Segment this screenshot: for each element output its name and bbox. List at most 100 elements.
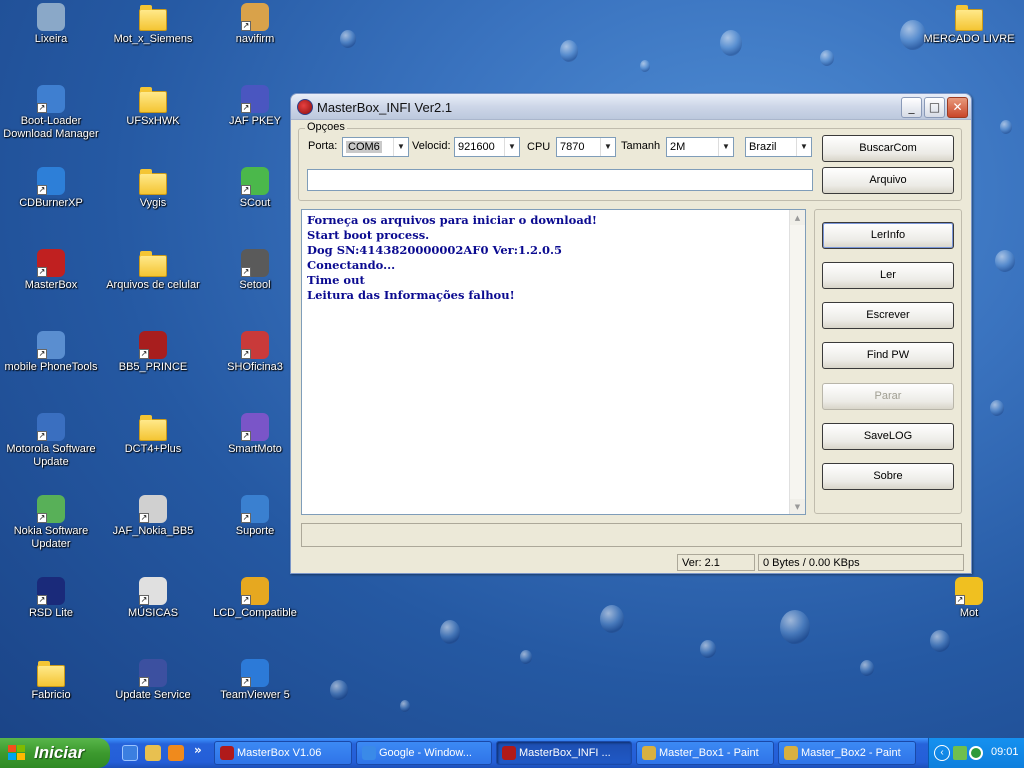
desktop-icon[interactable]: Lixeira	[0, 3, 102, 46]
close-button[interactable]: ✕	[947, 97, 968, 118]
minimize-button[interactable]: _	[901, 97, 922, 118]
tray-expand-icon[interactable]: ‹	[934, 745, 950, 761]
shortcut-arrow-icon: ↗	[139, 677, 149, 687]
desktop-icon[interactable]: ↗ MÚSICAS	[102, 577, 204, 620]
folder-icon	[139, 169, 167, 195]
tamanho-select[interactable]: 2M ▼	[666, 137, 734, 157]
cpu-value: 7870	[560, 141, 585, 153]
log-line: Time out	[307, 273, 365, 287]
maximize-button[interactable]: □	[924, 97, 945, 118]
desktop-icon[interactable]: ↗ BB5_PRINCE	[102, 331, 204, 374]
arquivo-button[interactable]: Arquivo	[822, 167, 954, 194]
desktop-icon[interactable]: MERCADO LIVRE	[918, 3, 1020, 46]
buscarcom-button[interactable]: BuscarCom	[822, 135, 954, 162]
taskbar-button-label: MasterBox V1.06	[237, 747, 322, 759]
sobre-button[interactable]: Sobre	[822, 463, 954, 490]
update-service-icon: ↗	[139, 659, 167, 687]
find-pw-button[interactable]: Find PW	[822, 342, 954, 369]
rsd-lite-icon: ↗	[37, 577, 65, 605]
desktop-icon-label: LCD_Compatible	[213, 607, 297, 619]
clock[interactable]: 09:01	[991, 746, 1019, 758]
porta-label: Porta:	[308, 140, 338, 152]
scroll-up-icon[interactable]: ▲	[790, 210, 805, 225]
desktop-icon[interactable]: ↗ Boot-Loader Download Manager	[0, 85, 102, 141]
escrever-button[interactable]: Escrever	[822, 302, 954, 329]
region-select[interactable]: Brazil ▼	[745, 137, 812, 157]
desktop-icon[interactable]: ↗ TeamViewer 5	[204, 659, 306, 702]
porta-select[interactable]: COM6 ▼	[342, 137, 409, 157]
velocidade-value: 921600	[458, 141, 495, 153]
title-bar[interactable]: MasterBox_INFI Ver2.1 _ □ ✕	[291, 94, 971, 120]
desktop-icon[interactable]: ↗ MasterBox	[0, 249, 102, 292]
masterbox-app-icon	[297, 99, 313, 115]
desktop-icon[interactable]: ↗ navifirm	[204, 3, 306, 46]
tamanho-label: Tamanh	[621, 140, 661, 152]
desktop-icon[interactable]: DCT4+Plus	[102, 413, 204, 456]
desktop-icon[interactable]: ↗ JAF_Nokia_BB5	[102, 495, 204, 538]
log-scrollbar[interactable]: ▲ ▼	[789, 210, 805, 514]
taskbar-button[interactable]: MasterBox_INFI ...	[496, 741, 632, 765]
desktop-icon-label: CDBurnerXP	[19, 197, 83, 209]
cd-burner-icon: ↗	[37, 167, 65, 195]
chevron-down-icon[interactable]: ▼	[718, 138, 733, 156]
taskbar-button[interactable]: Google - Window...	[356, 741, 492, 765]
scroll-down-icon[interactable]: ▼	[790, 499, 805, 514]
windows-logo-icon	[8, 745, 26, 761]
chevron-right-icon[interactable]: »	[194, 743, 202, 757]
task-app-icon	[784, 746, 798, 760]
parar-button[interactable]: Parar	[822, 383, 954, 410]
network-icon[interactable]	[953, 746, 967, 760]
desktop-icon[interactable]: UFSxHWK	[102, 85, 204, 128]
folder-icon	[139, 251, 167, 277]
cpu-select[interactable]: 7870 ▼	[556, 137, 616, 157]
taskbar-button[interactable]: Master_Box1 - Paint	[636, 741, 774, 765]
ie-quicklaunch-icon[interactable]	[122, 745, 138, 761]
shortcut-arrow-icon: ↗	[37, 595, 47, 605]
start-button[interactable]: Iniciar	[0, 738, 110, 768]
desktop-icon[interactable]: ↗ RSD Lite	[0, 577, 102, 620]
ler-button[interactable]: Ler	[822, 262, 954, 289]
desktop-icon[interactable]: ↗ Mot	[918, 577, 1020, 620]
media-player-quicklaunch-icon[interactable]	[168, 745, 184, 761]
taskbar-button[interactable]: Master_Box2 - Paint	[778, 741, 916, 765]
desktop-icon[interactable]: ↗ Nokia Software Updater	[0, 495, 102, 551]
velocidade-select[interactable]: 921600 ▼	[454, 137, 520, 157]
nokia-updater-icon: ↗	[37, 495, 65, 523]
desktop-icon-label: Vygis	[139, 197, 167, 209]
desktop-icon-label: TeamViewer 5	[220, 689, 290, 701]
desktop-icon[interactable]: ↗ LCD_Compatible	[204, 577, 306, 620]
savelog-button[interactable]: SaveLOG	[822, 423, 954, 450]
desktop-icon[interactable]: ↗ Motorola Software Update	[0, 413, 102, 469]
folder-quicklaunch-icon[interactable]	[145, 745, 161, 761]
shortcut-arrow-icon: ↗	[241, 595, 251, 605]
desktop-icon[interactable]: ↗ Update Service	[102, 659, 204, 702]
smartmoto-icon: ↗	[241, 413, 269, 441]
desktop-icon[interactable]: Fabricio	[0, 659, 102, 702]
desktop-icon[interactable]: Mot_x_Siemens	[102, 3, 204, 46]
status-transfer: 0 Bytes / 0.00 KBps	[758, 554, 964, 571]
taskbar-button-label: Google - Window...	[379, 747, 472, 759]
shortcut-arrow-icon: ↗	[241, 185, 251, 195]
shortcut-arrow-icon: ↗	[241, 267, 251, 277]
desktop-icon-label: Lixeira	[34, 33, 68, 45]
desktop-icon[interactable]: ↗ mobile PhoneTools	[0, 331, 102, 374]
desktop-icon[interactable]: Arquivos de celular	[102, 249, 204, 292]
desktop-icon-label: UFSxHWK	[126, 115, 180, 127]
taskbar-button-label: MasterBox_INFI ...	[519, 747, 611, 759]
security-icon[interactable]	[969, 746, 983, 760]
desktop-icon[interactable]: ↗ CDBurnerXP	[0, 167, 102, 210]
taskbar-button[interactable]: MasterBox V1.06	[214, 741, 352, 765]
desktop-icon[interactable]: Vygis	[102, 167, 204, 210]
folder-icon	[955, 5, 983, 31]
desktop-icon-label: Nokia Software Updater	[13, 525, 89, 550]
chevron-down-icon[interactable]: ▼	[796, 138, 811, 156]
log-output[interactable]: Forneça os arquivos para iniciar o downl…	[301, 209, 806, 515]
chevron-down-icon[interactable]: ▼	[600, 138, 615, 156]
chevron-down-icon[interactable]: ▼	[393, 138, 408, 156]
lerinfo-button[interactable]: LerInfo	[822, 222, 954, 249]
chevron-down-icon[interactable]: ▼	[504, 138, 519, 156]
desktop-icon-label: Update Service	[115, 689, 191, 701]
recycle-bin-icon	[37, 3, 65, 31]
velocidade-label: Velocid:	[412, 140, 451, 152]
file-path-input[interactable]	[307, 169, 813, 191]
